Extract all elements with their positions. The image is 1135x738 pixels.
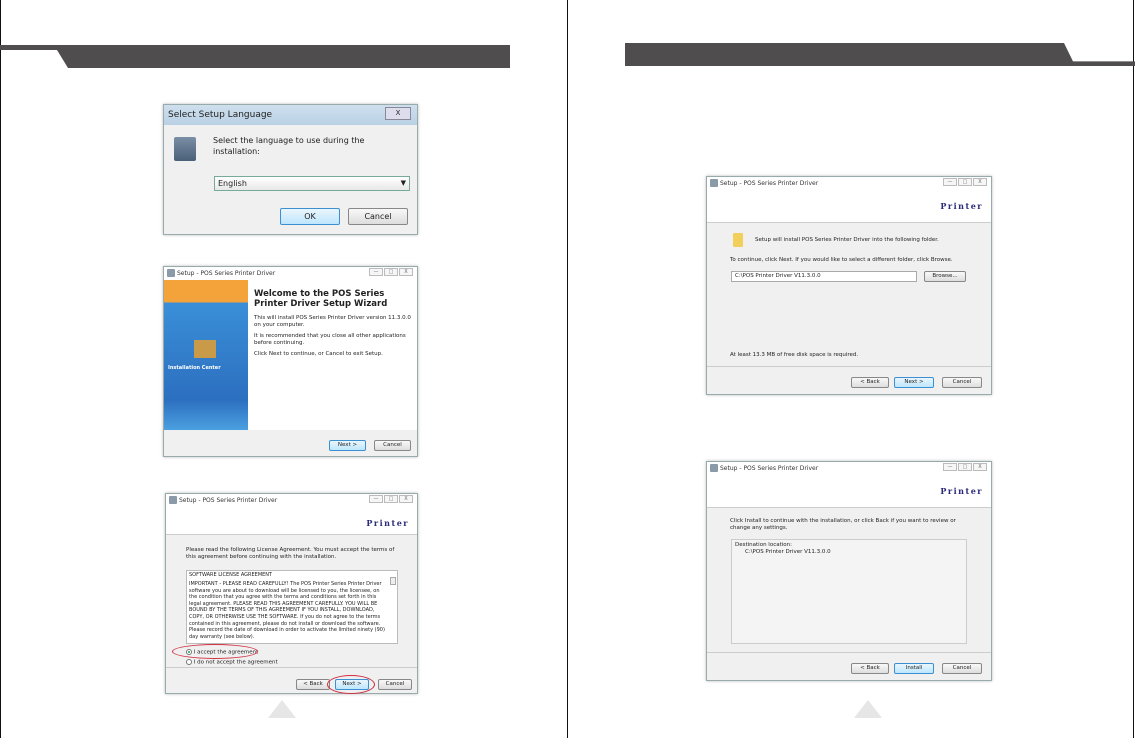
disk-space-text: At least 13.3 MB of free disk space is r… [730,352,859,358]
select-folder-window: Setup - POS Series Printer Driver — □ X Pr… [706,176,992,395]
page-marker-triangle-left [268,700,296,718]
selected-language: English [218,179,247,188]
back-button[interactable]: < Back [851,377,889,388]
cancel-button[interactable]: Cancel [348,208,408,225]
setup-icon [710,464,718,472]
license-title: SOFTWARE LICENSE AGREEMENT [189,572,273,578]
window-title: Setup - POS Series Printer Driver [720,465,819,472]
close-button[interactable]: X [399,495,413,503]
maximize-button[interactable]: □ [958,463,972,471]
summary-box[interactable]: Destination location: C:\POS Printer Dri… [731,539,967,644]
ready-to-install-window: Setup - POS Series Printer Driver — □ X Pr… [706,461,992,681]
titlebar: Setup - POS Series Printer Driver — □ X [164,267,417,280]
ok-button[interactable]: OK [280,208,340,225]
banner: Printer [707,475,991,508]
destination-path: C:\POS Printer Driver V11.3.0.0 [745,549,831,555]
folder-icon [733,233,743,247]
next-button[interactable]: Next > [329,440,366,451]
next-button[interactable]: Next > [894,377,934,388]
license-body: IMPORTANT - PLEASE READ CAREFULLY! The P… [189,581,385,640]
maximize-button[interactable]: □ [384,268,398,276]
destination-label: Destination location: [735,542,792,548]
window-title: Setup - POS Series Printer Driver [720,180,819,187]
radio-unchecked-icon [186,659,192,665]
decline-label: I do not accept the agreement [193,659,278,666]
highlight-ellipse [172,644,258,659]
license-intro: Please read the following License Agreem… [186,547,395,560]
welcome-text-2: It is recommended that you close all oth… [254,333,406,346]
folder-text-2: To continue, click Next. If you would li… [730,257,953,263]
welcome-text-1: This will install POS Series Printer Dri… [254,315,411,328]
window-title: Setup - POS Series Printer Driver [179,497,278,504]
page-divider [567,0,568,738]
language-dialog-titlebar: Select Setup Language X [164,105,417,125]
setup-icon [174,137,196,161]
cancel-button[interactable]: Cancel [942,663,982,674]
brand-logo: Printer [940,201,983,211]
ready-text: Click Install to continue with the insta… [730,518,956,531]
install-path-input[interactable]: C:\POS Printer Driver V11.3.0.0 [731,271,917,282]
minimize-button[interactable]: — [943,178,957,186]
side-label: Installation Center [168,365,221,371]
cancel-button[interactable]: Cancel [942,377,982,388]
dialog-title: Select Setup Language [168,110,273,120]
language-prompt: Select the language to use during the in… [213,136,365,156]
license-window: Setup - POS Series Printer Driver — □ X Pr… [165,493,418,694]
chevron-down-icon: ▼ [400,179,406,187]
install-button[interactable]: Install [894,663,934,674]
maximize-button[interactable]: □ [958,178,972,186]
page-marker-triangle-right [854,700,882,718]
browse-button[interactable]: Browse... [924,271,966,282]
page-border-left [0,0,1,738]
maximize-button[interactable]: □ [384,495,398,503]
minimize-button[interactable]: — [369,495,383,503]
back-button[interactable]: < Back [296,679,330,690]
scrollbar-thumb[interactable] [390,577,396,585]
setup-icon [169,496,177,504]
cancel-button[interactable]: Cancel [378,679,412,690]
close-button[interactable]: X [399,268,413,276]
page-border-right [1133,0,1134,738]
setup-icon [710,179,718,187]
titlebar: Setup - POS Series Printer Driver — □ X [707,462,991,475]
brand-logo: Printer [366,518,409,528]
minimize-button[interactable]: — [369,268,383,276]
brand-logo: Printer [940,486,983,496]
header-bar-right [625,43,1135,66]
close-button[interactable]: X [973,178,987,186]
header-bar-left-tab [0,45,25,50]
license-text-box[interactable]: SOFTWARE LICENSE AGREEMENT IMPORTANT - P… [186,570,398,644]
box-icon [194,340,216,358]
close-button[interactable]: X [385,107,411,120]
welcome-content: Welcome to the POS Series Printer Driver… [248,280,417,430]
titlebar: Setup - POS Series Printer Driver — □ X [707,177,991,190]
minimize-button[interactable]: — [943,463,957,471]
titlebar: Setup - POS Series Printer Driver — □ X [166,494,417,507]
language-select[interactable]: English ▼ [214,176,410,191]
highlight-ellipse [327,675,375,694]
folder-text-1: Setup will install POS Series Printer Dr… [755,237,939,243]
close-button[interactable]: X [973,463,987,471]
decline-radio[interactable]: I do not accept the agreement [186,659,278,667]
language-dialog: Select Setup Language X Select the langu… [163,104,418,235]
welcome-heading: Welcome to the POS Series Printer Driver… [254,289,388,309]
cancel-button[interactable]: Cancel [374,440,411,451]
banner: Printer [166,507,417,535]
welcome-text-3: Click Next to continue, or Cancel to exi… [254,351,383,357]
header-bar-left [25,45,510,68]
setup-icon [167,269,175,277]
welcome-window: Setup - POS Series Printer Driver — □ X In… [163,266,418,457]
banner: Printer [707,190,991,223]
window-title: Setup - POS Series Printer Driver [177,270,276,277]
wizard-side-image: Installation Center [164,280,248,430]
back-button[interactable]: < Back [851,663,889,674]
